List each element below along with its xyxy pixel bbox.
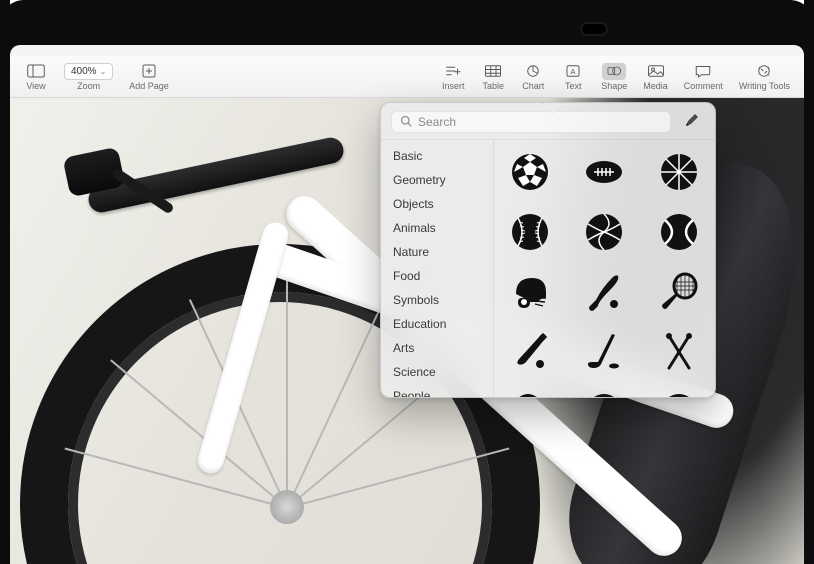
add-page-label: Add Page [129, 81, 169, 91]
shape-grid[interactable] [493, 140, 715, 397]
writing-tools-button[interactable]: Writing Tools [731, 61, 798, 93]
comment-label: Comment [684, 81, 723, 91]
shape-category-science[interactable]: Science [381, 360, 493, 384]
draw-shape-button[interactable] [679, 112, 705, 132]
chart-button[interactable]: Chart [513, 61, 553, 93]
app-window: View 400% ⌄ Zoom Add Page Insert [10, 56, 804, 564]
shape-category-objects[interactable]: Objects [381, 192, 493, 216]
shape-search-placeholder: Search [418, 115, 456, 129]
insert-icon [441, 63, 465, 80]
insert-button[interactable]: Insert [433, 61, 473, 93]
shape-baseball-bat[interactable] [578, 270, 630, 314]
sidebar-icon [24, 63, 48, 80]
shape-american-football[interactable] [578, 150, 630, 194]
table-icon [481, 63, 505, 80]
shape-search-input[interactable]: Search [391, 111, 671, 133]
shape-category-geometry[interactable]: Geometry [381, 168, 493, 192]
shape-bowling-ball[interactable] [578, 390, 630, 397]
text-icon: A [561, 63, 585, 80]
shape-label: Shape [601, 81, 627, 91]
search-icon [400, 115, 412, 130]
view-button[interactable]: View [16, 61, 56, 93]
shape-dartboard[interactable] [653, 390, 705, 397]
shape-category-animals[interactable]: Animals [381, 216, 493, 240]
media-label: Media [643, 81, 668, 91]
comment-button[interactable]: Comment [676, 61, 731, 93]
table-label: Table [482, 81, 504, 91]
shape-category-people[interactable]: People [381, 384, 493, 397]
shape-icon [602, 63, 626, 80]
shape-category-food[interactable]: Food [381, 264, 493, 288]
shape-category-basic[interactable]: Basic [381, 144, 493, 168]
chart-icon [521, 63, 545, 80]
laptop-camera-notch [580, 22, 608, 36]
shape-category-education[interactable]: Education [381, 312, 493, 336]
svg-text:A: A [571, 67, 576, 76]
table-button[interactable]: Table [473, 61, 513, 93]
shape-volleyball[interactable] [578, 210, 630, 254]
view-label: View [26, 81, 45, 91]
pen-icon [684, 112, 700, 133]
text-label: Text [565, 81, 582, 91]
shape-category-symbols[interactable]: Symbols [381, 288, 493, 312]
chevron-down-icon: ⌄ [100, 67, 107, 76]
shape-football-helmet[interactable] [504, 270, 556, 314]
shape-soccer-ball[interactable] [504, 150, 556, 194]
zoom-label: Zoom [77, 81, 100, 91]
shape-ski-poles[interactable] [653, 330, 705, 374]
shape-ping-pong-paddle[interactable] [504, 390, 556, 397]
shape-category-nature[interactable]: Nature [381, 240, 493, 264]
zoom-button[interactable]: 400% ⌄ Zoom [56, 61, 121, 93]
shape-button[interactable]: Shape [593, 61, 635, 93]
chart-label: Chart [522, 81, 544, 91]
writing-tools-icon [752, 63, 776, 80]
plus-square-icon [137, 63, 161, 80]
add-page-button[interactable]: Add Page [121, 61, 177, 93]
shape-tennis-racket[interactable] [653, 270, 705, 314]
text-button[interactable]: A Text [553, 61, 593, 93]
zoom-value: 400% [71, 66, 97, 77]
shape-category-list[interactable]: Basic Geometry Objects Animals Nature Fo… [381, 140, 493, 397]
shape-category-arts[interactable]: Arts [381, 336, 493, 360]
insert-label: Insert [442, 81, 465, 91]
comment-icon [691, 63, 715, 80]
shape-tennis-ball[interactable] [653, 210, 705, 254]
shape-baseball[interactable] [504, 210, 556, 254]
shape-basketball[interactable] [653, 150, 705, 194]
media-button[interactable]: Media [635, 61, 676, 93]
media-icon [644, 63, 668, 80]
shape-library-popover: Search Basic Geometry Objects Animals Na… [380, 102, 716, 398]
toolbar: View 400% ⌄ Zoom Add Page Insert [10, 56, 804, 98]
writing-tools-label: Writing Tools [739, 81, 790, 91]
shape-cricket-bat[interactable] [504, 330, 556, 374]
shape-hockey-stick[interactable] [578, 330, 630, 374]
